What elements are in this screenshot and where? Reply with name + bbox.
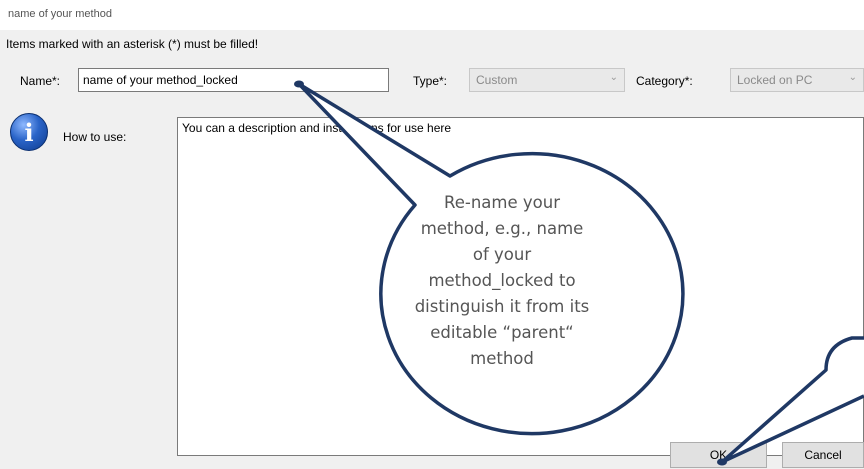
second-callout-bubble: [720, 336, 864, 464]
second-callout-pointer-dot: [717, 458, 727, 466]
callout-text: Re-name your method, e.g., name of your …: [414, 193, 590, 368]
callout-pointer-dot: [294, 80, 304, 88]
